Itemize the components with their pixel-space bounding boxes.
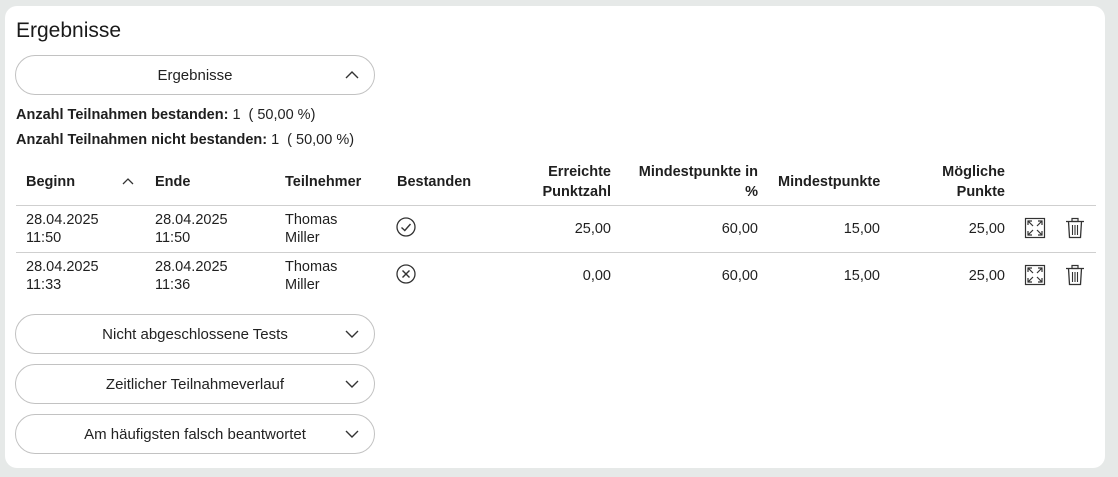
chevron-down-icon [345, 330, 359, 338]
cell-possible: 25,00 [968, 221, 1005, 237]
cell-min-percent: 60,00 [721, 268, 758, 284]
incomplete-tests-label: Nicht abgeschlossene Tests [102, 325, 288, 343]
trash-icon[interactable] [1064, 264, 1086, 286]
passed-stat: Anzahl Teilnahmen bestanden: 1 ( 50,00 %) [16, 107, 315, 123]
cell-end: 28.04.2025 11:36 [155, 259, 228, 293]
cell-min-points: 15,00 [843, 221, 880, 237]
timeline-label: Zeitlicher Teilnahmeverlauf [105, 375, 285, 393]
column-header-possible[interactable]: Mögliche Punkte [885, 162, 1005, 202]
chevron-down-icon [345, 380, 359, 388]
check-circle-icon [396, 217, 416, 237]
column-header-participant[interactable]: Teilnehmer [285, 172, 361, 192]
cell-end: 28.04.2025 11:50 [155, 212, 228, 246]
results-card: Ergebnisse Ergebnisse Anzahl Teilnahmen … [5, 6, 1105, 468]
x-circle-icon [396, 264, 416, 284]
chevron-up-icon[interactable] [121, 176, 135, 186]
cell-achieved: 25,00 [574, 221, 611, 237]
failed-stat-count: 1 [271, 132, 280, 148]
table-divider [16, 205, 1096, 206]
page-title: Ergebnisse [16, 19, 122, 42]
chevron-up-icon [345, 71, 359, 79]
cell-possible: 25,00 [968, 268, 1005, 284]
cell-min-percent: 60,00 [721, 221, 758, 237]
frequent-wrong-toggle[interactable]: Am häufigsten falsch beantwortet [15, 414, 375, 454]
cell-begin: 28.04.2025 11:50 [26, 212, 99, 246]
column-header-begin[interactable]: Beginn [26, 172, 75, 192]
trash-icon[interactable] [1064, 217, 1086, 239]
column-header-end[interactable]: Ende [155, 172, 190, 192]
column-header-achieved[interactable]: Erreichte Punktzahl [495, 162, 611, 202]
results-section-label: Ergebnisse [157, 66, 233, 84]
cell-achieved: 0,00 [582, 268, 611, 284]
cell-participant: Thomas Miller [285, 259, 338, 293]
cell-begin: 28.04.2025 11:33 [26, 259, 99, 293]
column-header-passed[interactable]: Bestanden [397, 172, 471, 192]
passed-stat-label: Anzahl Teilnahmen bestanden: [16, 107, 229, 123]
column-header-min-percent[interactable]: Mindestpunkte in % [625, 162, 758, 202]
expand-icon[interactable] [1024, 217, 1046, 239]
passed-stat-count: 1 [232, 107, 241, 123]
failed-stat-label: Anzahl Teilnahmen nicht bestanden: [16, 132, 268, 148]
table-divider [16, 252, 1096, 253]
incomplete-tests-toggle[interactable]: Nicht abgeschlossene Tests [15, 314, 375, 354]
results-section-toggle[interactable]: Ergebnisse [15, 55, 375, 95]
failed-stat: Anzahl Teilnahmen nicht bestanden: 1 ( 50,… [16, 132, 354, 148]
cell-min-points: 15,00 [843, 268, 880, 284]
frequent-wrong-label: Am häufigsten falsch beantwortet [84, 425, 306, 443]
cell-participant: Thomas Miller [285, 212, 338, 246]
failed-stat-percent: ( 50,00 %) [287, 132, 355, 148]
column-header-min-points[interactable]: Mindestpunkte [778, 172, 880, 192]
expand-icon[interactable] [1024, 264, 1046, 286]
passed-stat-percent: ( 50,00 %) [248, 107, 316, 123]
timeline-toggle[interactable]: Zeitlicher Teilnahmeverlauf [15, 364, 375, 404]
chevron-down-icon [345, 430, 359, 438]
